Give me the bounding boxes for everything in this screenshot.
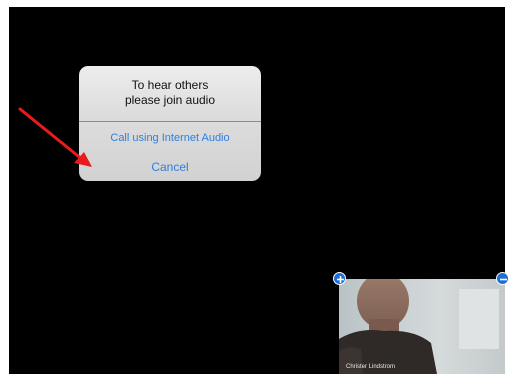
dialog-message-line-2: please join audio [124, 93, 216, 107]
dialog-divider [79, 121, 261, 122]
collapse-video-button[interactable] [496, 272, 509, 285]
join-audio-dialog: To hear others please join audio Call us… [79, 66, 261, 181]
cancel-button[interactable]: Cancel [79, 159, 261, 175]
participant-name-label: Christer Lindstrom [346, 364, 396, 370]
plus-icon [337, 276, 344, 283]
video-feed [339, 279, 505, 374]
minus-icon [500, 278, 507, 281]
meeting-screen: To hear others please join audio Call us… [9, 7, 505, 374]
expand-video-button[interactable] [333, 272, 346, 285]
self-video-thumbnail[interactable]: Christer Lindstrom [339, 279, 505, 374]
dialog-message-line-1: To hear others [131, 78, 209, 92]
call-internet-audio-button[interactable]: Call using Internet Audio [79, 130, 261, 146]
dialog-message: To hear others please join audio [79, 78, 261, 108]
